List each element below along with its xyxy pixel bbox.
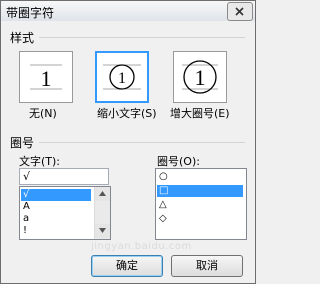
list-item[interactable]: □: [157, 185, 243, 197]
scroll-down-button[interactable]: [95, 224, 110, 238]
scroll-up-button[interactable]: [95, 187, 110, 201]
style-option-enlarge-circle-label: 增大圈号(E): [170, 107, 230, 120]
text-input-value: √: [23, 170, 31, 183]
style-option-none[interactable]: 1: [19, 51, 73, 103]
circle-group-label: 圈号: [10, 134, 35, 151]
chevron-up-icon: [99, 191, 106, 196]
circle-group-divider: [39, 142, 245, 143]
text-input[interactable]: √: [19, 168, 109, 185]
preview-shrink-icon: 1: [103, 64, 141, 90]
list-item[interactable]: ○: [157, 171, 243, 183]
svg-text:1: 1: [195, 65, 206, 90]
window-title: 带圈字符: [6, 6, 55, 20]
style-option-shrink-text-label: 缩小文字(S): [97, 107, 157, 120]
dialog-window: 带圈字符 样式 1 无(N) 1 缩小文字(S) 1 增大圈号(E) 圈号 文字…: [0, 0, 256, 284]
cancel-button[interactable]: 取消: [171, 255, 243, 277]
preview-none-icon: 1: [30, 64, 62, 91]
text-field-label: 文字(T):: [19, 155, 61, 168]
enclosure-listbox[interactable]: ○ □ △ ◇: [155, 168, 247, 240]
style-option-enlarge-circle[interactable]: 1: [173, 51, 227, 103]
preview-enlarge-icon: 1: [182, 60, 218, 94]
title-bar[interactable]: 带圈字符: [1, 1, 255, 21]
close-button[interactable]: [227, 2, 253, 21]
list-item[interactable]: ◇: [157, 213, 243, 225]
list-item[interactable]: A: [21, 201, 91, 213]
chevron-down-icon: [99, 228, 106, 233]
list-item[interactable]: √: [21, 189, 91, 201]
svg-text:1: 1: [41, 66, 52, 91]
watermark-text: jingyan.baidu.com: [91, 241, 192, 252]
text-list-scrollbar[interactable]: [94, 187, 110, 239]
style-option-shrink-text[interactable]: 1: [95, 51, 149, 103]
close-icon: [235, 7, 244, 16]
list-item[interactable]: !: [21, 225, 91, 237]
text-listbox[interactable]: √ A a !: [19, 186, 111, 240]
ok-button[interactable]: 确定: [91, 255, 163, 277]
style-option-none-label: 无(N): [29, 107, 57, 120]
style-group-label: 样式: [10, 29, 35, 46]
list-item[interactable]: a: [21, 213, 91, 225]
list-item[interactable]: △: [157, 199, 243, 211]
svg-text:1: 1: [118, 70, 126, 87]
style-group-divider: [39, 37, 245, 38]
enclosure-field-label: 圈号(O):: [157, 155, 200, 168]
